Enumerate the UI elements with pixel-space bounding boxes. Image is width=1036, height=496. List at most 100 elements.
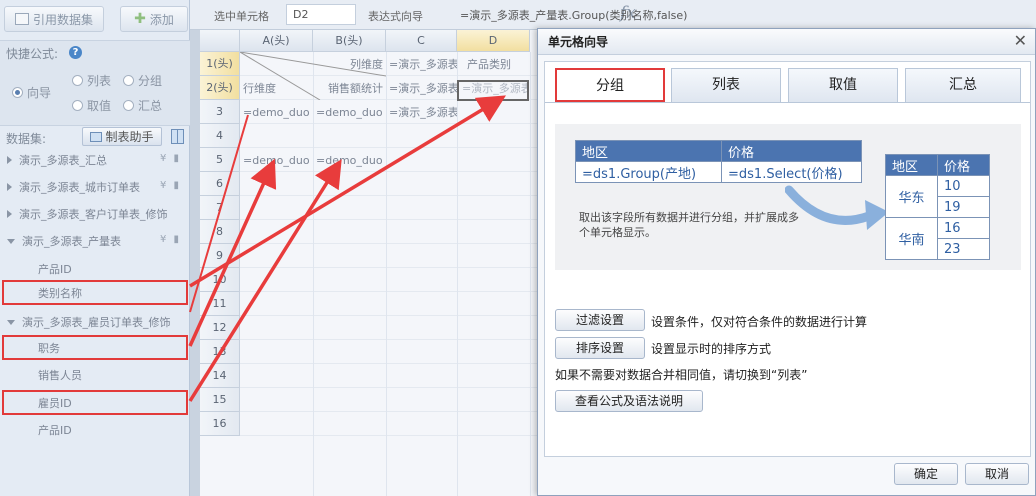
- row-header[interactable]: 13: [200, 340, 240, 364]
- tree-node-dataset[interactable]: 演示_多源表_产量表 ¥ ▮: [0, 231, 189, 251]
- row-header[interactable]: 11: [200, 292, 240, 316]
- cell-B2[interactable]: 销售额统计: [313, 77, 386, 101]
- table-assistant-button[interactable]: 制表助手: [82, 127, 162, 146]
- syntax-help-button[interactable]: 查看公式及语法说明: [555, 390, 703, 412]
- radio-dot-icon: [72, 75, 83, 86]
- row-header[interactable]: 7: [200, 196, 240, 220]
- expression-input[interactable]: =演示_多源表_产量表.Group(类别名称,false): [454, 4, 814, 25]
- tab-group[interactable]: 分组: [555, 68, 665, 102]
- radio-dot-icon: [12, 87, 23, 98]
- tree-node-label: 演示_多源表_产量表: [22, 235, 121, 248]
- tree-node-label: 演示_多源表_雇员订单表_修饰: [22, 316, 171, 329]
- grid-line: [240, 291, 540, 292]
- row-header[interactable]: 5: [200, 148, 240, 172]
- cell-B3[interactable]: =demo_duo: [313, 101, 386, 125]
- field-label: 雇员ID: [38, 396, 72, 410]
- column-header[interactable]: B(头): [313, 30, 386, 52]
- row-header[interactable]: 12: [200, 316, 240, 340]
- row-header[interactable]: 9: [200, 244, 240, 268]
- formula-bar: 选中单元格 D2 表达式向导 fx =演示_多源表_产量表.Group(类别名称…: [190, 0, 1036, 30]
- cell-B5[interactable]: =demo_duo: [313, 149, 386, 173]
- row-header[interactable]: 6: [200, 172, 240, 196]
- grid-line: [240, 267, 540, 268]
- cancel-button[interactable]: 取消: [965, 463, 1029, 485]
- cell-A5[interactable]: =demo_duo: [240, 149, 313, 173]
- collapse-icon[interactable]: [7, 238, 15, 244]
- help-icon[interactable]: ?: [69, 46, 82, 59]
- row-header[interactable]: 15: [200, 388, 240, 412]
- field-item-highlighted[interactable]: 类别名称: [2, 280, 188, 305]
- radio-group[interactable]: 分组: [123, 72, 162, 89]
- panel-splitter[interactable]: [190, 30, 200, 496]
- field-item[interactable]: 产品ID: [0, 258, 189, 280]
- ref-dataset-button[interactable]: 引用数据集: [4, 6, 104, 32]
- collapse-icon[interactable]: [7, 319, 15, 325]
- tab-value[interactable]: 取值: [788, 68, 898, 102]
- radio-dot-icon: [72, 100, 83, 111]
- field-label: 职务: [38, 341, 60, 355]
- add-label: 添加: [149, 12, 174, 27]
- cell-C3[interactable]: =演示_多源表: [386, 101, 457, 125]
- cell-A3[interactable]: =demo_duo: [240, 101, 313, 125]
- expand-icon[interactable]: [7, 210, 12, 218]
- grid-line: [530, 52, 531, 496]
- node-actions-icon[interactable]: ¥ ▮: [160, 153, 181, 164]
- radio-dot-icon: [123, 75, 134, 86]
- ok-button[interactable]: 确定: [894, 463, 958, 485]
- row-header[interactable]: 4: [200, 124, 240, 148]
- expand-icon[interactable]: [7, 156, 12, 164]
- radio-sum[interactable]: 汇总: [123, 97, 162, 114]
- assistant-label: 制表助手: [105, 130, 154, 144]
- example-cell: =ds1.Select(价格): [721, 161, 862, 183]
- radio-value[interactable]: 取值: [72, 97, 111, 114]
- column-header[interactable]: C: [386, 30, 457, 52]
- cell-A2[interactable]: 行维度: [240, 77, 313, 101]
- tab-list[interactable]: 列表: [671, 68, 781, 102]
- node-actions-icon[interactable]: ¥ ▮: [160, 234, 181, 245]
- tab-underline: [545, 102, 1030, 103]
- row-header[interactable]: 2(头): [200, 76, 240, 100]
- column-header[interactable]: D: [457, 30, 530, 52]
- add-button[interactable]: ✚ 添加: [120, 6, 188, 32]
- field-item[interactable]: 销售人员: [0, 364, 189, 386]
- field-item-highlighted[interactable]: 职务: [2, 335, 188, 360]
- close-icon[interactable]: ✕: [1014, 31, 1027, 50]
- row-header[interactable]: 8: [200, 220, 240, 244]
- selected-cell-input[interactable]: D2: [286, 4, 356, 25]
- report-grid: A(头) B(头) C D 1(头) 2(头) 3 4 5 6 7 8 9 10 11 12 13 14 1…: [200, 30, 540, 496]
- grid-line: [240, 435, 540, 436]
- grid-corner[interactable]: [200, 30, 240, 52]
- cell-C1[interactable]: =演示_多源表: [386, 53, 457, 77]
- result-region: 华东: [885, 175, 938, 218]
- row-header[interactable]: 3: [200, 100, 240, 124]
- cell-D1[interactable]: 产品类别: [457, 53, 530, 77]
- grid-line: [240, 195, 540, 196]
- row-header[interactable]: 1(头): [200, 52, 240, 76]
- field-item-highlighted[interactable]: 雇员ID: [2, 390, 188, 415]
- row-header[interactable]: 16: [200, 412, 240, 436]
- cell-B1[interactable]: 列维度: [313, 53, 386, 77]
- row-header[interactable]: 10: [200, 268, 240, 292]
- tree-node-dataset[interactable]: 演示_多源表_汇总 ¥ ▮: [0, 150, 189, 170]
- cell-C2[interactable]: =演示_多源表: [386, 77, 457, 101]
- field-item[interactable]: 产品ID: [0, 419, 189, 441]
- grid-line: [240, 219, 540, 220]
- radio-guide[interactable]: 向导: [12, 84, 51, 101]
- field-label: 类别名称: [38, 286, 82, 300]
- tree-node-dataset[interactable]: 演示_多源表_客户订单表_修饰: [0, 204, 189, 224]
- assistant-icon: [90, 131, 103, 142]
- tree-node-dataset[interactable]: 演示_多源表_雇员订单表_修饰: [0, 312, 189, 332]
- expand-icon[interactable]: [7, 183, 12, 191]
- sort-settings-button[interactable]: 排序设置: [555, 337, 645, 359]
- filter-settings-button[interactable]: 过滤设置: [555, 309, 645, 331]
- row-header[interactable]: 14: [200, 364, 240, 388]
- switch-to-list-note: 如果不需要对数据合并相同值，请切换到“列表”: [555, 368, 808, 382]
- column-header[interactable]: A(头): [240, 30, 313, 52]
- node-actions-icon[interactable]: ¥ ▮: [160, 180, 181, 191]
- tab-summary[interactable]: 汇总: [905, 68, 1021, 102]
- result-value: 10: [937, 175, 990, 197]
- quick-formula-label: 快捷公式:: [6, 47, 59, 61]
- tree-node-dataset[interactable]: 演示_多源表_城市订单表 ¥ ▮: [0, 177, 189, 197]
- grid-view-icon[interactable]: [171, 129, 184, 144]
- radio-list[interactable]: 列表: [72, 72, 111, 89]
